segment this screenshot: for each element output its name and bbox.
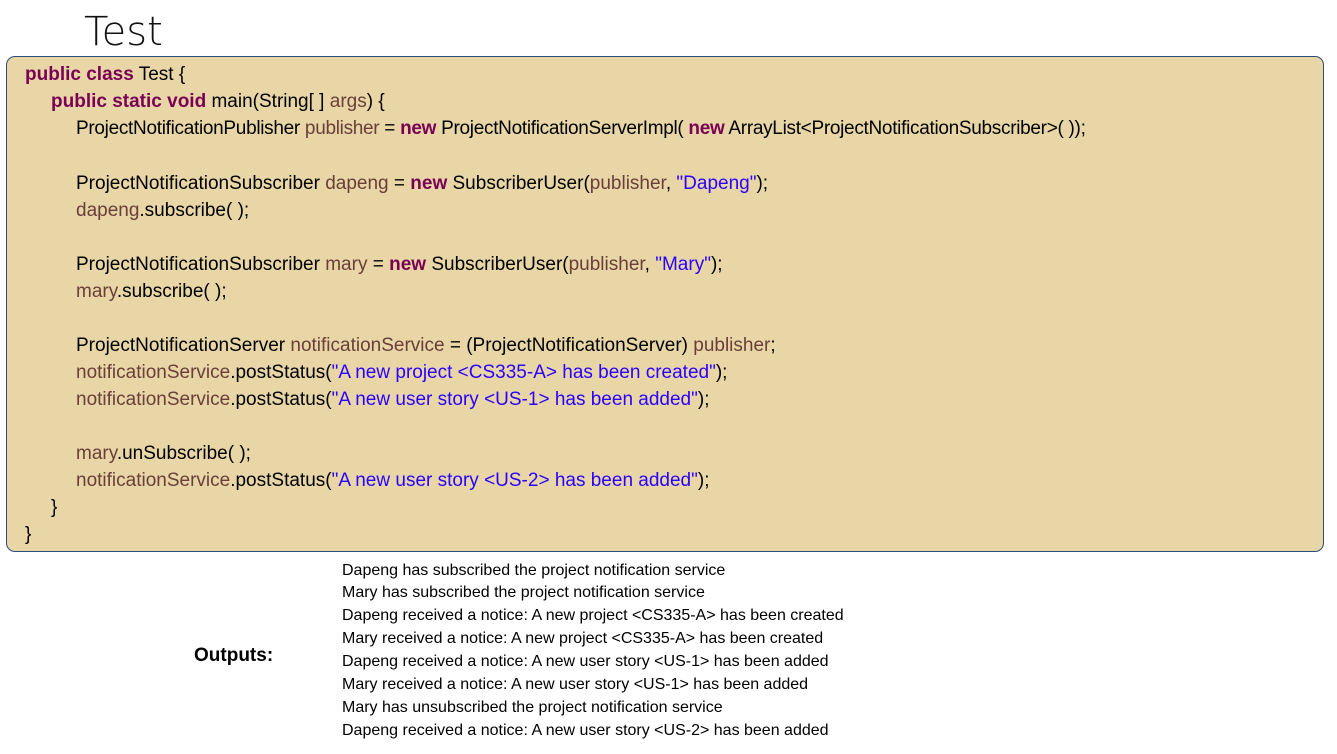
code-text: SubscriberUser(: [426, 254, 569, 275]
code-text: );: [697, 389, 710, 410]
code-text: main(String[ ]: [206, 91, 330, 112]
code-text: .postStatus(: [230, 389, 332, 410]
code-text: );: [710, 254, 723, 275]
code-text: Test {: [133, 64, 186, 85]
code-text: ,: [665, 173, 677, 194]
output-line: Mary received a notice: A new project <C…: [342, 630, 824, 647]
output-line: Mary received a notice: A new user story…: [342, 676, 809, 693]
code-string: "A new user story <US-1> has been added": [331, 389, 698, 410]
output-line: Dapeng received a notice: A new user sto…: [342, 653, 829, 670]
code-text: ;: [770, 335, 776, 356]
slide-title: Test: [84, 9, 163, 55]
code-line: ProjectNotificationServer notificationSe…: [76, 334, 776, 358]
code-text: ProjectNotificationPublisher: [76, 118, 305, 139]
code-text: ArrayList<ProjectNotificationSubscriber>…: [724, 118, 1086, 139]
code-text: );: [715, 362, 728, 383]
code-keyword: public static void: [51, 91, 207, 112]
code-line: }: [25, 524, 32, 545]
code-text: SubscriberUser(: [447, 173, 590, 194]
code-line: mary.unSubscribe( );: [76, 442, 251, 466]
code-keyword: new: [410, 173, 448, 194]
code-variable: mary: [76, 281, 117, 302]
code-line: dapeng.subscribe( );: [76, 199, 249, 223]
code-variable: notificationService: [290, 335, 445, 356]
code-variable: mary: [325, 254, 368, 275]
code-text: ProjectNotificationSubscriber: [76, 173, 326, 194]
code-variable: notificationService: [76, 362, 231, 383]
output-line: Dapeng received a notice: A new project …: [342, 607, 844, 624]
code-string: "A new user story <US-2> has been added": [331, 470, 698, 491]
code-line: ProjectNotificationSubscriber dapeng = n…: [76, 172, 768, 196]
code-line: notificationService.postStatus("A new us…: [76, 469, 709, 493]
output-line: Mary has subscribed the project notifica…: [342, 584, 705, 601]
code-variable: publisher: [304, 118, 380, 139]
code-line: ProjectNotificationSubscriber mary = new…: [76, 253, 723, 277]
code-variable: notificationService: [76, 389, 231, 410]
code-keyword: new: [389, 254, 427, 275]
code-variable: publisher: [693, 335, 771, 356]
code-line: notificationService.postStatus("A new pr…: [76, 361, 727, 385]
code-text: .subscribe( );: [139, 200, 250, 221]
code-line: notificationService.postStatus("A new us…: [76, 388, 709, 412]
code-variable: mary: [76, 443, 117, 464]
code-variable: publisher: [568, 254, 645, 275]
code-keyword: new: [400, 118, 437, 139]
code-line: }: [51, 497, 58, 518]
code-line: public class Test {: [25, 63, 185, 87]
code-text: =: [379, 118, 401, 139]
output-line: Dapeng has subscribed the project notifi…: [342, 562, 726, 579]
code-line: public static void main(String[ ] args) …: [51, 90, 385, 114]
code-text: ) {: [366, 91, 385, 112]
code-variable: dapeng: [76, 200, 140, 221]
code-text: =: [367, 254, 390, 275]
code-text: ProjectNotificationServer: [76, 335, 291, 356]
code-variable: args: [329, 91, 367, 112]
output-line: Mary has unsubscribed the project notifi…: [342, 699, 723, 716]
code-keyword: new: [688, 118, 725, 139]
code-text: =: [388, 173, 411, 194]
code-text: ,: [644, 254, 656, 275]
code-string: "Mary": [655, 254, 711, 275]
code-string: "A new project <CS335-A> has been create…: [331, 362, 716, 383]
code-box: public class Test { public static void m…: [6, 56, 1324, 552]
outputs-label: Outputs:: [194, 645, 274, 666]
code-text: );: [756, 173, 769, 194]
code-variable: notificationService: [76, 470, 231, 491]
code-variable: dapeng: [325, 173, 389, 194]
code-text: .postStatus(: [230, 362, 332, 383]
output-line: Dapeng received a notice: A new user sto…: [342, 722, 829, 739]
code-text: .subscribe( );: [116, 281, 227, 302]
code-line: ProjectNotificationPublisher publisher =…: [76, 117, 1086, 141]
code-text: .unSubscribe( );: [116, 443, 251, 464]
code-text: ProjectNotificationServerImpl(: [436, 118, 689, 139]
code-text: = (ProjectNotificationServer): [444, 335, 694, 356]
code-text: );: [697, 470, 710, 491]
code-line: mary.subscribe( );: [76, 280, 227, 304]
code-keyword: public class: [25, 64, 134, 85]
code-text: .postStatus(: [230, 470, 332, 491]
code-string: "Dapeng": [676, 173, 757, 194]
code-text: ProjectNotificationSubscriber: [76, 254, 326, 275]
code-variable: publisher: [589, 173, 666, 194]
